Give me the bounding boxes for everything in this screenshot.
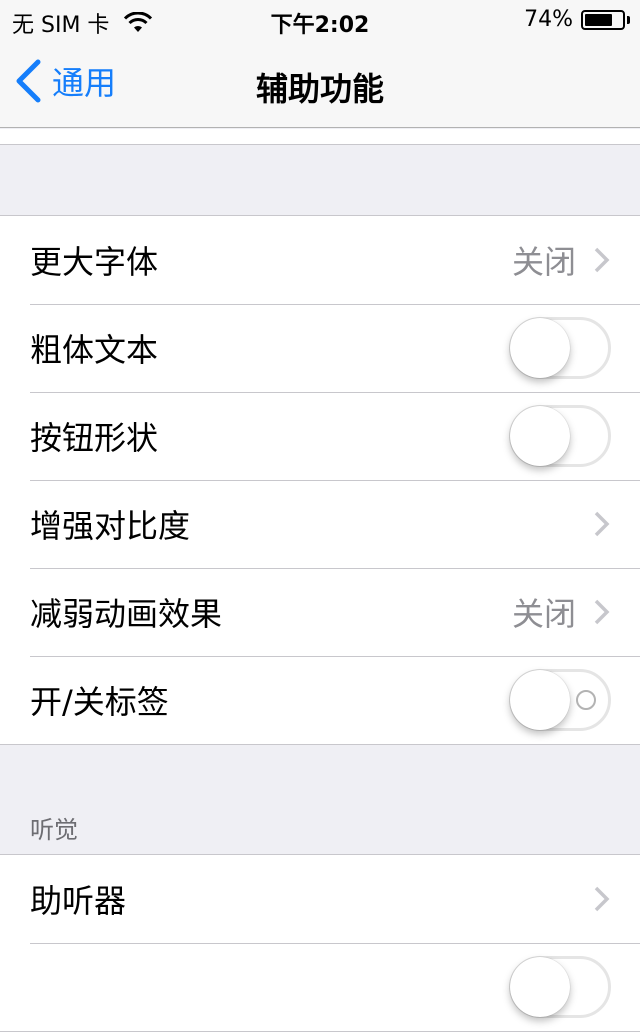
settings-row[interactable]: 减弱动画效果 关闭 <box>0 568 640 656</box>
settings-row <box>0 943 640 1031</box>
settings-row[interactable]: 增强对比度 <box>0 480 640 568</box>
toggle-switch[interactable] <box>509 317 611 379</box>
chevron-right-icon <box>594 247 610 273</box>
row-label: 粗体文本 <box>30 331 159 369</box>
battery-percent: 74% <box>524 7 573 32</box>
toggle-knob[interactable] <box>510 406 570 466</box>
chevron-right-icon <box>594 886 610 912</box>
row-label: 助听器 <box>30 882 127 920</box>
hearing-settings-group: 助听器 <box>0 854 640 1032</box>
toggle-switch[interactable] <box>509 669 611 731</box>
battery-fill <box>585 13 612 26</box>
row-value: 关闭 <box>511 595 576 633</box>
navigation-bar: 通用 辅助功能 <box>0 40 640 128</box>
chevron-right-icon <box>594 599 610 625</box>
battery-icon <box>581 9 625 30</box>
settings-row[interactable]: 更大字体 关闭 <box>0 216 640 304</box>
display-settings-group: 更大字体 关闭 粗体文本 按钮形状 增强对比度 减弱动画效果 关闭 开/关标签 <box>0 215 640 745</box>
settings-row[interactable]: 助听器 <box>0 855 640 943</box>
toggle-switch[interactable] <box>509 956 611 1018</box>
battery-tip <box>627 15 630 24</box>
header-strip <box>0 129 640 145</box>
toggle-knob[interactable] <box>510 670 570 730</box>
row-label: 按钮形状 <box>30 419 159 457</box>
settings-row: 粗体文本 <box>0 304 640 392</box>
row-value: 关闭 <box>511 243 576 281</box>
row-label: 更大字体 <box>30 243 159 281</box>
page-title: 辅助功能 <box>255 70 384 108</box>
status-bar: 无 SIM 卡 下午2:02 74% <box>0 0 640 40</box>
row-label: 减弱动画效果 <box>30 595 223 633</box>
settings-row: 开/关标签 <box>0 656 640 744</box>
row-label: 开/关标签 <box>30 683 169 721</box>
row-label: 增强对比度 <box>30 507 191 545</box>
toggle-knob[interactable] <box>510 957 570 1017</box>
toggle-knob[interactable] <box>510 318 570 378</box>
section-header-hearing: 听觉 <box>30 816 78 844</box>
settings-row: 按钮形状 <box>0 392 640 480</box>
toggle-switch[interactable] <box>509 405 611 467</box>
off-label-icon <box>576 690 596 710</box>
chevron-right-icon <box>594 511 610 537</box>
battery-status: 74% <box>524 7 630 32</box>
